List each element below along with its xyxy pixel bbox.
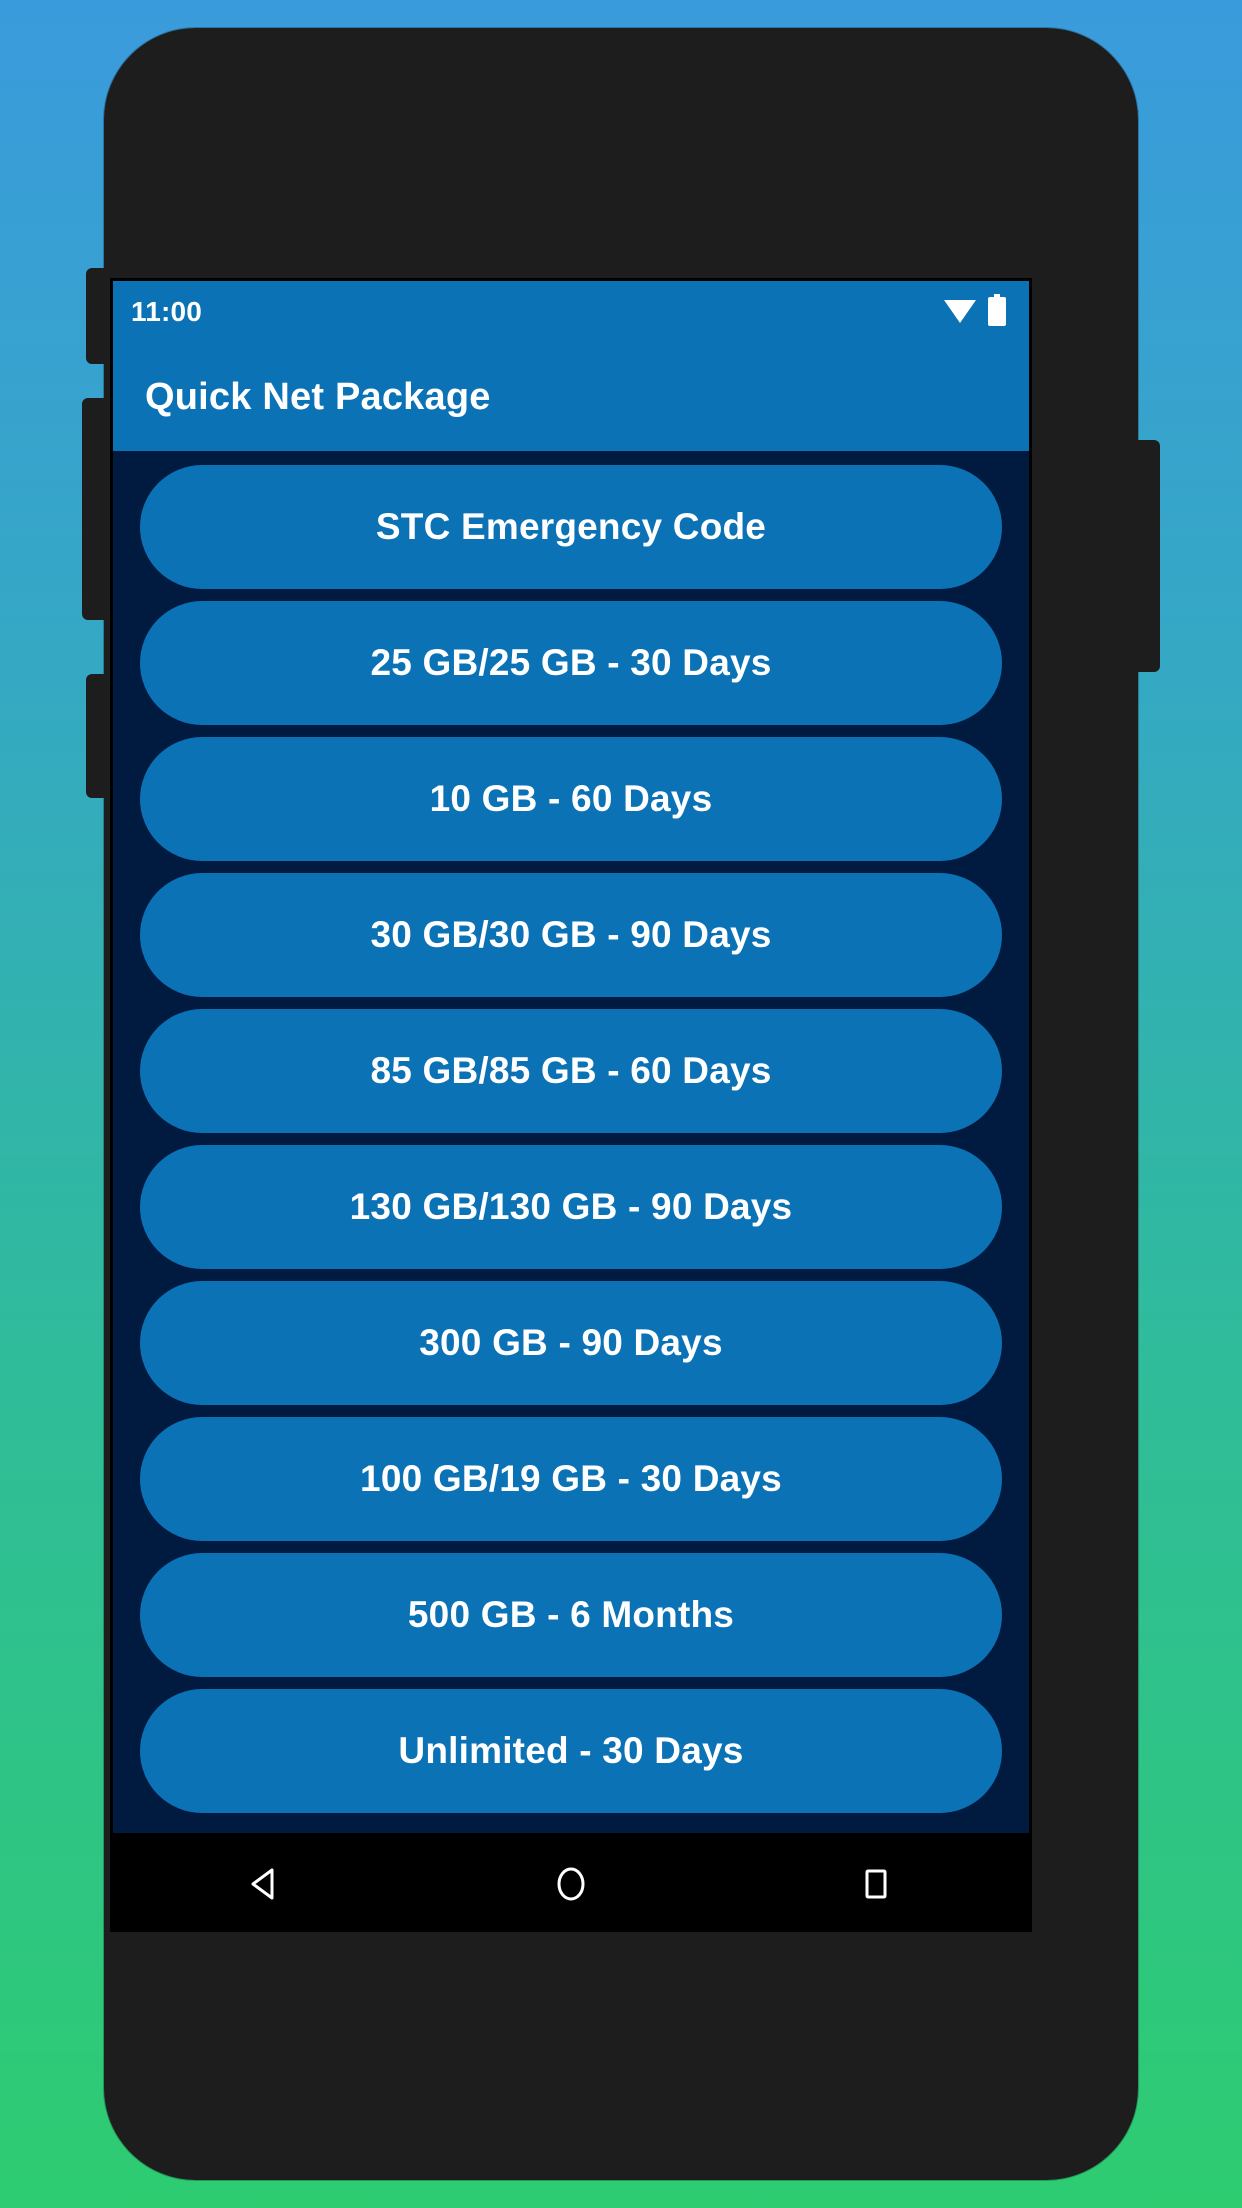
package-button-6[interactable]: 130 GB/130 GB - 90 Days — [140, 1145, 1002, 1269]
wifi-icon — [943, 296, 977, 329]
package-button-5[interactable]: 85 GB/85 GB - 60 Days — [140, 1009, 1002, 1133]
side-button-lower-left[interactable] — [86, 674, 108, 798]
package-button-7[interactable]: 300 GB - 90 Days — [140, 1281, 1002, 1405]
phone-screen: 11:00 Quick Net Package STC Emergency Co… — [110, 278, 1032, 1836]
phone-frame: 11:00 Quick Net Package STC Emergency Co… — [82, 28, 1160, 2180]
package-list: STC Emergency Code 25 GB/25 GB - 30 Days… — [113, 451, 1029, 1833]
volume-down-button[interactable] — [82, 398, 108, 620]
package-button-10[interactable]: Unlimited - 30 Days — [140, 1689, 1002, 1813]
back-button[interactable] — [206, 1836, 326, 1932]
package-button-2[interactable]: 25 GB/25 GB - 30 Days — [140, 601, 1002, 725]
app-bar: Quick Net Package — [113, 343, 1029, 451]
package-button-8[interactable]: 100 GB/19 GB - 30 Days — [140, 1417, 1002, 1541]
package-button-3[interactable]: 10 GB - 60 Days — [140, 737, 1002, 861]
status-bar-time: 11:00 — [131, 296, 203, 327]
home-button[interactable] — [511, 1836, 631, 1932]
android-navigation-bar — [110, 1836, 1032, 1932]
package-button-stc-emergency-code[interactable]: STC Emergency Code — [140, 465, 1002, 589]
package-button-4[interactable]: 30 GB/30 GB - 90 Days — [140, 873, 1002, 997]
package-button-9[interactable]: 500 GB - 6 Months — [140, 1553, 1002, 1677]
power-button[interactable] — [1134, 440, 1160, 672]
recents-button[interactable] — [816, 1836, 936, 1932]
status-bar-icons — [943, 293, 1007, 331]
status-bar: 11:00 — [113, 281, 1029, 343]
battery-icon — [987, 293, 1007, 331]
page-title: Quick Net Package — [145, 375, 491, 418]
volume-up-button[interactable] — [86, 268, 108, 364]
